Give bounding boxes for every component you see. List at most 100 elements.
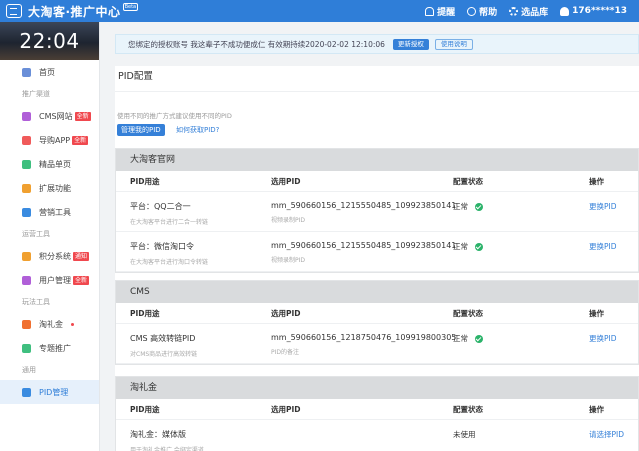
- sidebar-item-label: 营销工具: [39, 207, 71, 217]
- purpose-name: 平台：QQ二合一: [130, 202, 191, 211]
- purpose-desc: 在大淘客平台进行淘口令转链: [130, 259, 209, 266]
- sidebar-item-label: PID管理: [39, 387, 69, 397]
- nav-icon: [22, 111, 31, 121]
- sidebar-item-label: 导购APP: [39, 135, 71, 145]
- how-to-get-pid-link[interactable]: 如何获取PID?: [176, 124, 219, 136]
- purpose-name: CMS 高效转链PID: [130, 334, 196, 343]
- sidebar-item[interactable]: 首页: [0, 60, 99, 84]
- help-icon: [467, 6, 477, 16]
- nav-icon: [22, 343, 31, 353]
- sidebar-item-label: CMS网站: [39, 111, 73, 121]
- sidebar-item[interactable]: 导购APP 全新: [0, 128, 99, 152]
- status-cell: 正常: [453, 192, 589, 231]
- sidebar-item[interactable]: 专题推广: [0, 336, 99, 360]
- op-cell: 请选择PID: [589, 420, 638, 451]
- status-value: 正常: [453, 333, 589, 344]
- sidebar-item-label: 淘礼金: [39, 319, 63, 329]
- change-pid-link[interactable]: 更换PID: [589, 242, 617, 251]
- section-title: 淘礼金: [116, 377, 638, 399]
- page-title: PID配置: [118, 71, 153, 82]
- pid-cell: mm_590660156_1215550485_109923850141 视频录制…: [271, 232, 456, 271]
- notify-button[interactable]: 提醒: [425, 5, 455, 18]
- col-op: 操作: [589, 404, 604, 414]
- sidebar-item[interactable]: 淘礼金: [0, 312, 99, 336]
- purpose-cell: 平台：QQ二合一在大淘客平台进行二合一转链: [116, 192, 271, 231]
- table-header: PID用途 选用PID 配置状态 操作: [116, 303, 638, 324]
- top-bar: 大淘客·推广中心 Beta 提醒 帮助 选品库 176*****13: [0, 0, 639, 22]
- sidebar-group-label: 玩法工具: [22, 298, 50, 306]
- status-text: 正常: [453, 242, 468, 251]
- col-purpose: PID用途: [130, 308, 160, 318]
- pid-section: CMS PID用途 选用PID 配置状态 操作 CMS 高效转链PID 对CMS商品进行高效…: [115, 280, 639, 365]
- col-op: 操作: [589, 308, 604, 318]
- sidebar-item-label: 专题推广: [39, 343, 71, 353]
- nav-icon: [22, 275, 31, 285]
- auth-notice: 您绑定的授权账号 我这辈子不成功便成仁 有效期持续2020-02-02 12:1…: [115, 34, 639, 54]
- status-cell: 正常: [453, 232, 589, 271]
- user-menu[interactable]: 176*****13: [560, 6, 627, 16]
- main-content: 您绑定的授权账号 我这辈子不成功便成仁 有效期持续2020-02-02 12:1…: [101, 22, 639, 451]
- pid-cell: mm_590660156_1218750476_109919800305 PID的…: [271, 324, 456, 363]
- section-title: CMS: [116, 281, 638, 303]
- table-header: PID用途 选用PID 配置状态 操作: [116, 171, 638, 192]
- change-pid-link[interactable]: 请选择PID: [589, 430, 624, 439]
- check-circle-icon: [475, 242, 483, 251]
- sidebar-item[interactable]: CMS网站 全新: [0, 104, 99, 128]
- change-pid-link[interactable]: 更换PID: [589, 202, 617, 211]
- red-dot-badge: [71, 322, 74, 326]
- pid-cell: mm_590660156_1215550485_109923850141 视频录制…: [271, 192, 456, 231]
- status-cell: 正常: [453, 324, 589, 363]
- col-status: 配置状态: [453, 404, 483, 414]
- sidebar: 22:04 首页 推广渠道 CMS网站 全新 导购APP 全新 精品单页 扩展功能 营销工具 运营…: [0, 22, 100, 451]
- beta-badge: Beta: [122, 3, 139, 11]
- new-tag-badge: 通知: [73, 251, 90, 261]
- op-cell: 更换PID: [589, 232, 638, 271]
- status-cell: 未使用: [453, 420, 589, 451]
- pid-cell: [271, 420, 453, 451]
- usage-guide-button[interactable]: 使用说明: [434, 38, 473, 50]
- sidebar-item[interactable]: 用户管理 全新: [0, 268, 99, 292]
- help-button[interactable]: 帮助: [467, 5, 497, 18]
- sidebar-item-label: 首页: [39, 67, 55, 77]
- table-row: 平台：QQ二合一 在大淘客平台进行二合一转链 mm_590660156_121555…: [116, 192, 638, 232]
- manage-pid-button[interactable]: 管理我的PID: [117, 124, 165, 136]
- status-text: 正常: [453, 334, 468, 343]
- col-purpose: PID用途: [130, 176, 160, 186]
- change-pid-link[interactable]: 更换PID: [589, 334, 617, 343]
- col-pid: 选用PID: [271, 176, 301, 186]
- sidebar-item[interactable]: 精品单页: [0, 152, 99, 176]
- table-row: CMS 高效转链PID 对CMS商品进行高效转链 mm_590660156_1218…: [116, 324, 638, 364]
- user-name: 176*****13: [572, 6, 627, 16]
- purpose-desc: 用于淘礼金推广 会绑定渠道: [130, 447, 204, 451]
- nav-icon: [22, 183, 31, 193]
- sidebar-item-label: 积分系统: [39, 251, 71, 261]
- logo[interactable]: 大淘客·推广中心 Beta: [0, 3, 170, 20]
- sidebar-item[interactable]: 扩展功能: [0, 176, 99, 200]
- logo-icon: [6, 4, 22, 18]
- nav-icon: [22, 207, 31, 217]
- check-circle-icon: [475, 202, 483, 211]
- col-op: 操作: [589, 176, 604, 186]
- purpose-desc: 在大淘客平台进行二合一转链: [130, 219, 209, 226]
- top-actions: 提醒 帮助 选品库 176*****13: [425, 0, 639, 22]
- nav-icon: [22, 319, 31, 329]
- product-library-button[interactable]: 选品库: [509, 5, 548, 18]
- renew-auth-button[interactable]: 更新授权: [392, 38, 429, 50]
- notify-label: 提醒: [437, 7, 456, 18]
- purpose-cell: 淘礼金：媒体版 用于淘礼金推广 会绑定渠道: [116, 420, 271, 451]
- status-value: 未使用: [453, 429, 589, 440]
- pid-section: 大淘客官网 PID用途 选用PID 配置状态 操作 平台：QQ二合一 在大淘客平台进行二合一…: [115, 148, 639, 273]
- sidebar-item[interactable]: 营销工具: [0, 200, 99, 224]
- purpose-name: 平台：微信淘口令: [130, 242, 194, 251]
- app-title: 大淘客·推广中心: [28, 4, 121, 19]
- auth-notice-text: 您绑定的授权账号 我这辈子不成功便成仁 有效期持续2020-02-02 12:1…: [128, 39, 385, 49]
- nav-icon: [22, 159, 31, 169]
- help-label: 帮助: [479, 7, 498, 18]
- sidebar-item[interactable]: 积分系统 通知: [0, 244, 99, 268]
- op-cell: 更换PID: [589, 324, 638, 363]
- pid-hint: 使用不同的推广方式建议使用不同的PID: [117, 112, 232, 120]
- new-tag-badge: 全新: [74, 111, 91, 121]
- purpose-cell: CMS 高效转链PID 对CMS商品进行高效转链: [116, 324, 271, 363]
- sidebar-item[interactable]: PID管理: [0, 380, 99, 404]
- nav-icon: [22, 251, 31, 261]
